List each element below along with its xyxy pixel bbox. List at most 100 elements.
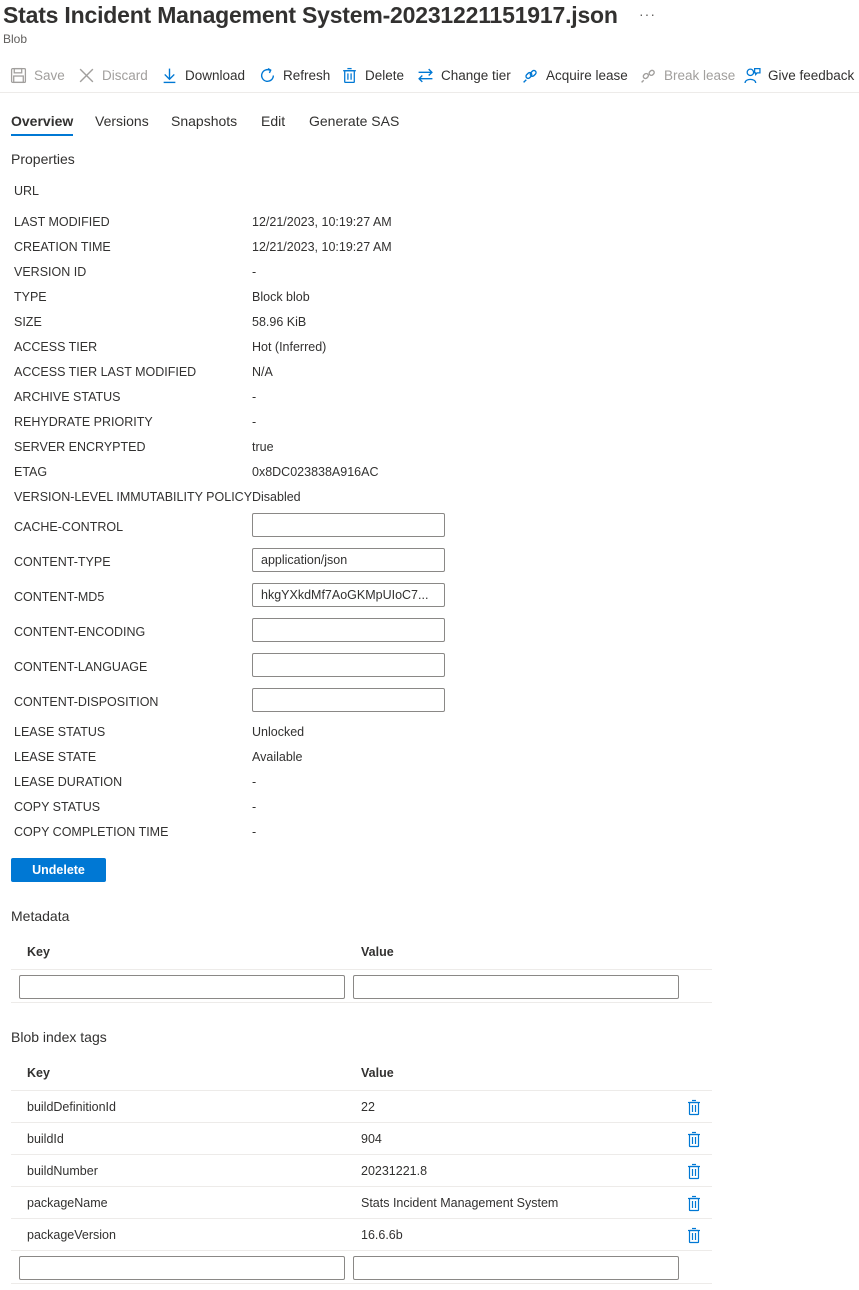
- broken-link-icon: [641, 69, 655, 83]
- property-value: Block blob: [252, 290, 310, 304]
- swap-arrows-icon: [418, 68, 433, 82]
- property-label: ETAG: [14, 465, 48, 479]
- download-button[interactable]: Download: [161, 62, 245, 88]
- close-icon: [79, 68, 94, 82]
- property-label-content-language: CONTENT-LANGUAGE: [14, 660, 148, 674]
- property-label-url: URL: [14, 184, 40, 198]
- tag-key: buildNumber: [27, 1164, 98, 1178]
- metadata-heading: Metadata: [11, 908, 70, 924]
- property-label: COPY COMPLETION TIME: [14, 825, 169, 839]
- property-value: Available: [252, 750, 303, 764]
- trash-icon[interactable]: [686, 1099, 702, 1116]
- property-label: SERVER ENCRYPTED: [14, 440, 146, 454]
- tag-key-input[interactable]: [19, 1256, 345, 1280]
- save-label: Save: [34, 67, 65, 83]
- tags-key-header: Key: [27, 1066, 50, 1080]
- property-label: SIZE: [14, 315, 42, 329]
- property-label: VERSION ID: [14, 265, 87, 279]
- link-icon: [523, 69, 537, 83]
- row-divider: [11, 1218, 712, 1219]
- property-value: -: [252, 825, 257, 839]
- property-label: LEASE DURATION: [14, 775, 123, 789]
- page-subtitle: Blob: [3, 32, 28, 46]
- property-value: Hot (Inferred): [252, 340, 327, 354]
- tag-key: packageVersion: [27, 1228, 116, 1242]
- tag-value: 16.6.6b: [361, 1228, 403, 1242]
- trash-icon[interactable]: [686, 1163, 702, 1180]
- tab-versions[interactable]: Versions: [95, 110, 149, 136]
- property-value: -: [252, 775, 257, 789]
- tag-value: 904: [361, 1132, 382, 1146]
- command-bar: Save Discard Download Refresh Delete Cha…: [10, 62, 859, 88]
- download-label: Download: [185, 67, 246, 83]
- property-value: 12/21/2023, 10:19:27 AM: [252, 215, 392, 229]
- tag-value-input[interactable]: [353, 1256, 679, 1280]
- trash-icon[interactable]: [686, 1195, 702, 1212]
- feedback-person-icon: [744, 67, 761, 83]
- property-value: 12/21/2023, 10:19:27 AM: [252, 240, 392, 254]
- more-options-icon[interactable]: ···: [639, 6, 656, 22]
- acquire-lease-label: Acquire lease: [546, 67, 628, 83]
- trash-icon[interactable]: [686, 1227, 702, 1244]
- tags-new-row-divider: [11, 1283, 712, 1284]
- property-label: LAST MODIFIED: [14, 215, 110, 229]
- undelete-button[interactable]: Undelete: [11, 858, 106, 882]
- metadata-row-divider: [11, 1002, 712, 1003]
- tab-generate-sas[interactable]: Generate SAS: [309, 110, 399, 136]
- save-button[interactable]: Save: [10, 62, 65, 88]
- property-value: 58.96 KiB: [252, 315, 307, 329]
- change-tier-button[interactable]: Change tier: [417, 62, 511, 88]
- acquire-lease-button[interactable]: Acquire lease: [522, 62, 628, 88]
- tags-value-header: Value: [361, 1066, 394, 1080]
- property-value: N/A: [252, 365, 273, 379]
- property-label-cache-control: CACHE-CONTROL: [14, 520, 124, 534]
- content-md5-input[interactable]: [252, 583, 445, 607]
- content-type-input[interactable]: [252, 548, 445, 572]
- property-value: Disabled: [252, 490, 301, 504]
- tab-edit[interactable]: Edit: [261, 110, 285, 136]
- properties-heading: Properties: [11, 151, 75, 167]
- content-encoding-input[interactable]: [252, 618, 445, 642]
- refresh-label: Refresh: [283, 67, 331, 83]
- give-feedback-label: Give feedback: [768, 67, 855, 83]
- download-icon: [163, 68, 176, 83]
- property-value: -: [252, 265, 257, 279]
- metadata-key-input[interactable]: [19, 975, 345, 999]
- refresh-button[interactable]: Refresh: [259, 62, 330, 88]
- property-label: VERSION-LEVEL IMMUTABILITY POLICY: [14, 490, 253, 504]
- metadata-header-divider: [11, 969, 712, 970]
- tags-header-divider: [11, 1090, 712, 1091]
- blob-index-tags-heading: Blob index tags: [11, 1029, 107, 1045]
- tab-overview[interactable]: Overview: [11, 110, 74, 136]
- row-divider: [11, 1154, 712, 1155]
- property-label-content-encoding: CONTENT-ENCODING: [14, 625, 146, 639]
- row-divider: [11, 1250, 712, 1251]
- content-language-input[interactable]: [252, 653, 445, 677]
- property-label: ARCHIVE STATUS: [14, 390, 121, 404]
- property-value: Unlocked: [252, 725, 305, 739]
- discard-button[interactable]: Discard: [78, 62, 148, 88]
- row-divider: [11, 1186, 712, 1187]
- refresh-icon: [260, 67, 275, 82]
- content-disposition-input[interactable]: [252, 688, 445, 712]
- cache-control-input[interactable]: [252, 513, 445, 537]
- property-label: LEASE STATE: [14, 750, 97, 764]
- property-label: CREATION TIME: [14, 240, 111, 254]
- property-value: -: [252, 800, 257, 814]
- property-label: TYPE: [14, 290, 47, 304]
- toolbar-divider: [0, 92, 859, 93]
- property-label: ACCESS TIER: [14, 340, 98, 354]
- metadata-value-input[interactable]: [353, 975, 679, 999]
- property-value: true: [252, 440, 274, 454]
- give-feedback-button[interactable]: Give feedback: [744, 62, 854, 88]
- break-lease-button[interactable]: Break lease: [640, 62, 735, 88]
- trash-icon[interactable]: [686, 1131, 702, 1148]
- delete-button[interactable]: Delete: [341, 62, 404, 88]
- delete-label: Delete: [365, 67, 405, 83]
- property-label-content-md5: CONTENT-MD5: [14, 590, 105, 604]
- property-label-content-type: CONTENT-TYPE: [14, 555, 111, 569]
- property-label: REHYDRATE PRIORITY: [14, 415, 153, 429]
- tag-key: buildDefinitionId: [27, 1100, 116, 1114]
- tab-snapshots[interactable]: Snapshots: [171, 110, 237, 136]
- change-tier-label: Change tier: [441, 67, 511, 83]
